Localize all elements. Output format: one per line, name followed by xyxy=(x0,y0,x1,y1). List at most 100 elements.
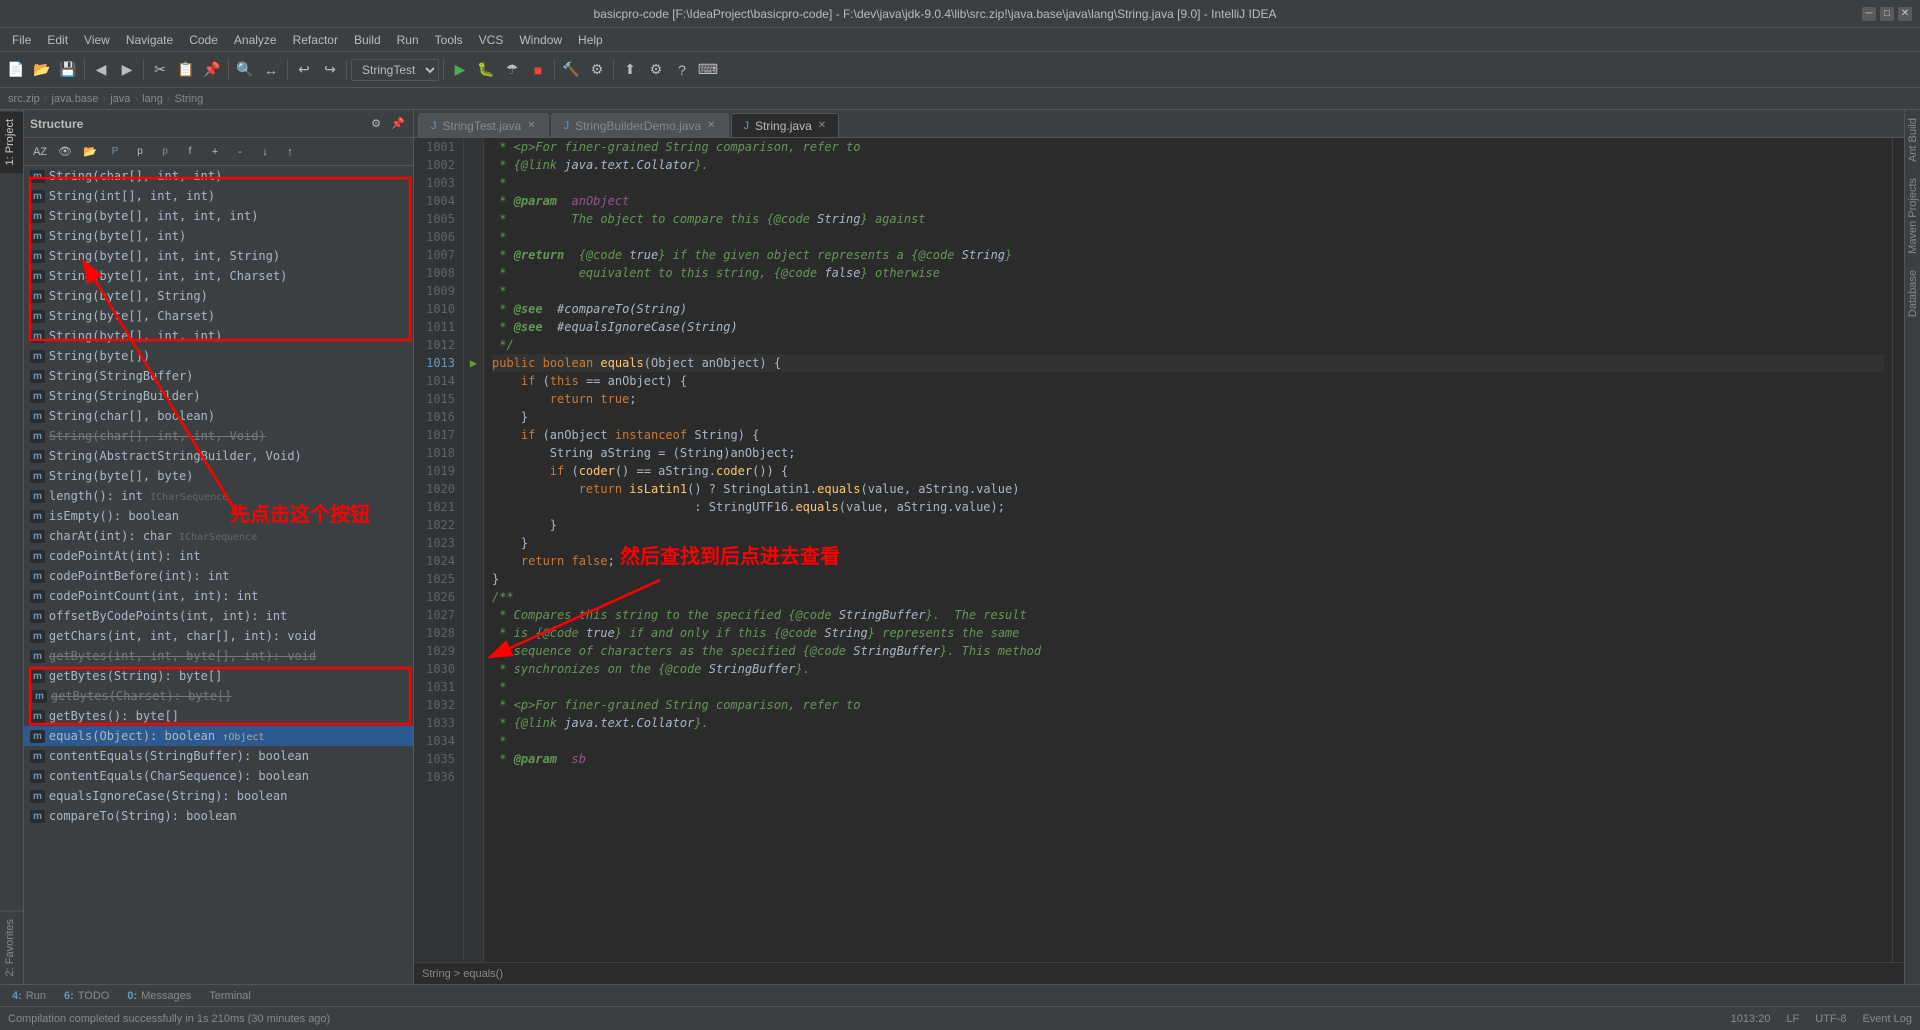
struct-item-contentequals-sb[interactable]: m contentEquals(StringBuffer): boolean xyxy=(24,746,413,766)
toolbar-save[interactable]: 💾 xyxy=(56,58,80,82)
menu-view[interactable]: View xyxy=(76,31,118,49)
struct-item-15[interactable]: m String(byte[], byte) xyxy=(24,466,413,486)
menu-refactor[interactable]: Refactor xyxy=(285,31,346,49)
toolbar-redo[interactable]: ↪ xyxy=(318,58,342,82)
struct-item-2[interactable]: m String(byte[], int, int, int) xyxy=(24,206,413,226)
toolbar-vcs[interactable]: ⬆ xyxy=(618,58,642,82)
tab-close-icon[interactable]: ✕ xyxy=(527,120,535,131)
editor-scrollbar[interactable] xyxy=(1892,138,1904,962)
toolbar-find[interactable]: 🔍 xyxy=(233,58,257,82)
tab-stringtest[interactable]: J StringTest.java ✕ xyxy=(418,113,549,137)
struct-item-4[interactable]: m String(byte[], int, int, String) xyxy=(24,246,413,266)
tab-close-icon[interactable]: ✕ xyxy=(707,120,715,131)
bottom-tab-todo[interactable]: 6: TODO xyxy=(56,987,117,1005)
menu-vcs[interactable]: VCS xyxy=(471,31,512,49)
toolbar-cut[interactable]: ✂ xyxy=(148,58,172,82)
struct-scroll-from-source[interactable]: ↓ xyxy=(253,140,277,164)
struct-item-getbytes-dep[interactable]: m getBytes(int, int, byte[], int): void xyxy=(24,646,413,666)
struct-item-codepointbefore[interactable]: m codePointBefore(int): int xyxy=(24,566,413,586)
side-label-maven[interactable]: Maven Projects xyxy=(1905,170,1920,262)
struct-filter-public[interactable]: P xyxy=(103,140,127,164)
struct-sort-visibility[interactable]: 👁 xyxy=(53,140,77,164)
status-encoding[interactable]: UTF-8 xyxy=(1815,1013,1846,1025)
menu-tools[interactable]: Tools xyxy=(427,31,471,49)
menu-navigate[interactable]: Navigate xyxy=(118,31,181,49)
breadcrumb-lang[interactable]: lang xyxy=(142,93,163,105)
struct-item-isempty[interactable]: m isEmpty(): boolean xyxy=(24,506,413,526)
struct-item-codepointat[interactable]: m codePointAt(int): int xyxy=(24,546,413,566)
toolbar-forward[interactable]: ▶ xyxy=(115,58,139,82)
struct-item-11[interactable]: m String(StringBuilder) xyxy=(24,386,413,406)
struct-item-equals[interactable]: m equals(Object): boolean ↑Object xyxy=(24,726,413,746)
tab-close-icon[interactable]: ✕ xyxy=(818,120,826,131)
gutter-runnable-icon[interactable]: ▶ xyxy=(470,354,477,372)
vtab-favorites[interactable]: 2: Favorites xyxy=(0,910,23,984)
status-event-log[interactable]: Event Log xyxy=(1862,1013,1912,1025)
struct-item-3[interactable]: m String(byte[], int) xyxy=(24,226,413,246)
toolbar-copy[interactable]: 📋 xyxy=(174,58,198,82)
struct-sort-alpha[interactable]: AZ xyxy=(28,140,52,164)
struct-item-compareto[interactable]: m compareTo(String): boolean xyxy=(24,806,413,826)
side-label-antibuild[interactable]: Ant Build xyxy=(1905,110,1920,170)
struct-item-0[interactable]: m String(char[], int, int) xyxy=(24,166,413,186)
struct-item-13[interactable]: m String(char[], int, int, Void) xyxy=(24,426,413,446)
breadcrumb-srczip[interactable]: src.zip xyxy=(8,93,40,105)
toolbar-back[interactable]: ◀ xyxy=(89,58,113,82)
breadcrumb-string[interactable]: String xyxy=(175,93,204,105)
struct-item-length[interactable]: m length(): int ICharSequence xyxy=(24,486,413,506)
struct-item-1[interactable]: m String(int[], int, int) xyxy=(24,186,413,206)
bottom-tab-terminal[interactable]: Terminal xyxy=(201,987,259,1005)
menu-analyze[interactable]: Analyze xyxy=(226,31,285,49)
struct-filter-protected[interactable]: p xyxy=(128,140,152,164)
struct-item-offsetbycp[interactable]: m offsetByCodePoints(int, int): int xyxy=(24,606,413,626)
struct-filter-fields[interactable]: f xyxy=(178,140,202,164)
vtab-project[interactable]: 1: Project xyxy=(0,110,23,173)
status-line-col[interactable]: 1013:20 xyxy=(1731,1013,1771,1025)
toolbar-undo[interactable]: ↩ xyxy=(292,58,316,82)
code-content[interactable]: * <p>For finer-grained String comparison… xyxy=(484,138,1892,962)
struct-item-getbytes-str[interactable]: m getBytes(String): byte[] xyxy=(24,666,413,686)
status-lf[interactable]: LF xyxy=(1786,1013,1799,1025)
struct-expand[interactable]: 📂 xyxy=(78,140,102,164)
menu-window[interactable]: Window xyxy=(511,31,570,49)
toolbar-coverage[interactable]: ☂ xyxy=(500,58,524,82)
structure-pin[interactable]: 📌 xyxy=(389,115,407,133)
bottom-tab-messages[interactable]: 0: Messages xyxy=(119,987,199,1005)
struct-item-14[interactable]: m String(AbstractStringBuilder, Void) xyxy=(24,446,413,466)
struct-item-contentequals-cs[interactable]: m contentEquals(CharSequence): boolean xyxy=(24,766,413,786)
tab-string[interactable]: J String.java ✕ xyxy=(731,113,840,137)
struct-item-7[interactable]: m String(byte[], Charset) xyxy=(24,306,413,326)
menu-file[interactable]: File xyxy=(4,31,39,49)
toolbar-run[interactable]: ▶ xyxy=(448,58,472,82)
struct-expand-all[interactable]: + xyxy=(203,140,227,164)
toolbar-keymap[interactable]: ⌨ xyxy=(696,58,720,82)
toolbar-help[interactable]: ? xyxy=(670,58,694,82)
struct-item-5[interactable]: m String(byte[], int, int, Charset) xyxy=(24,266,413,286)
breadcrumb-javabase[interactable]: java.base xyxy=(51,93,98,105)
struct-item-codepointcount[interactable]: m codePointCount(int, int): int xyxy=(24,586,413,606)
toolbar-new[interactable]: 📄 xyxy=(4,58,28,82)
tab-stringbuilderdemo[interactable]: J StringBuilderDemo.java ✕ xyxy=(551,113,729,137)
toolbar-replace[interactable]: ↔ xyxy=(259,58,283,82)
toolbar-open[interactable]: 📂 xyxy=(30,58,54,82)
struct-item-getbytes[interactable]: m getBytes(): byte[] xyxy=(24,706,413,726)
struct-item-getchars[interactable]: m getChars(int, int, char[], int): void xyxy=(24,626,413,646)
menu-build[interactable]: Build xyxy=(346,31,389,49)
bottom-tab-run[interactable]: 4: Run xyxy=(4,987,54,1005)
toolbar-build[interactable]: 🔨 xyxy=(559,58,583,82)
menu-code[interactable]: Code xyxy=(181,31,226,49)
struct-item-12[interactable]: m String(char[], boolean) xyxy=(24,406,413,426)
struct-scroll-to-source[interactable]: ↑ xyxy=(278,140,302,164)
structure-settings[interactable]: ⚙ xyxy=(367,115,385,133)
toolbar-stop[interactable]: ■ xyxy=(526,58,550,82)
struct-item-6[interactable]: m String(byte[], String) xyxy=(24,286,413,306)
struct-item-charat[interactable]: m charAt(int): char ICharSequence xyxy=(24,526,413,546)
breadcrumb-java[interactable]: java xyxy=(110,93,130,105)
minimize-button[interactable]: ─ xyxy=(1862,7,1876,21)
struct-filter-private[interactable]: p xyxy=(153,140,177,164)
side-label-database[interactable]: Database xyxy=(1905,262,1920,325)
toolbar-paste[interactable]: 📌 xyxy=(200,58,224,82)
menu-help[interactable]: Help xyxy=(570,31,611,49)
toolbar-debug[interactable]: 🐛 xyxy=(474,58,498,82)
maximize-button[interactable]: □ xyxy=(1880,7,1894,21)
